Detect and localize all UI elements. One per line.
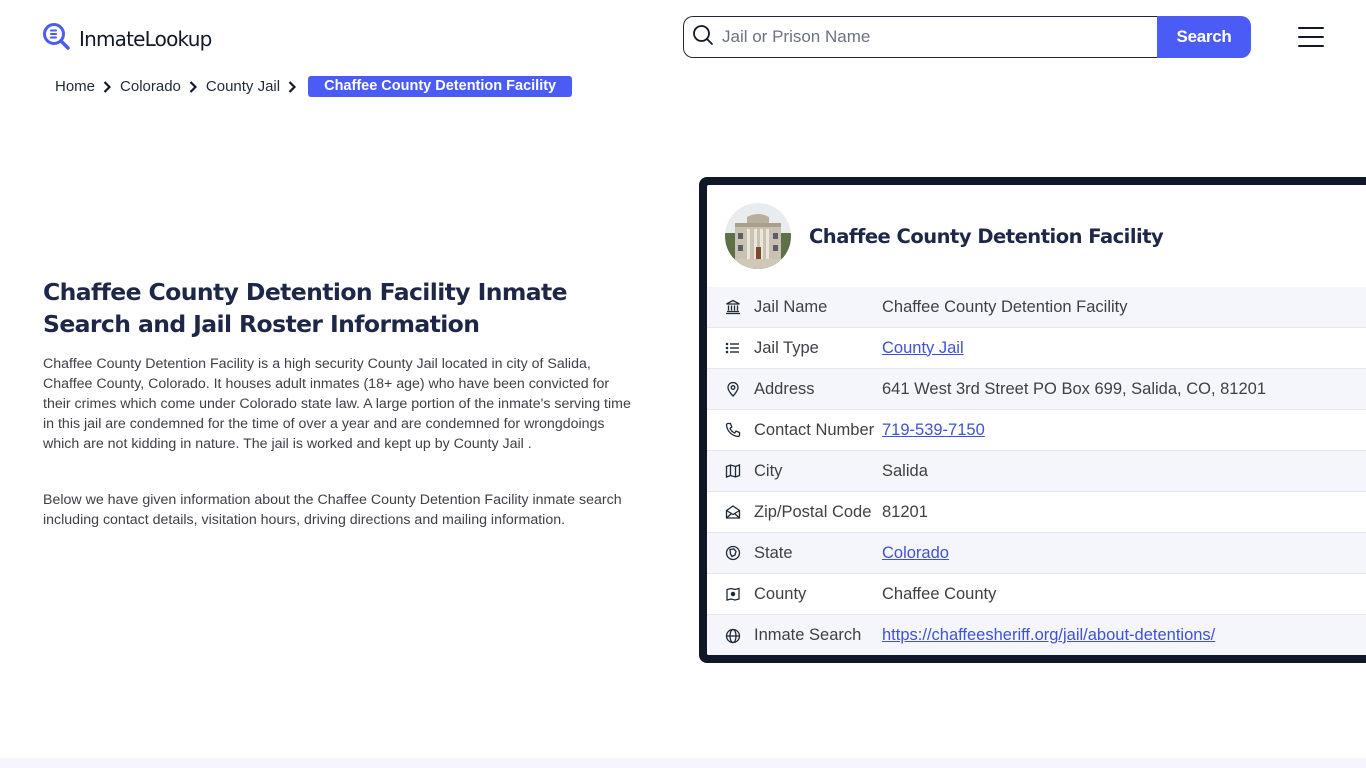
chevron-right-icon (103, 80, 112, 93)
detail-label: Jail Type (754, 338, 819, 357)
detail-value-address: 641 West 3rd Street PO Box 699, Salida, … (882, 379, 1266, 398)
search-input[interactable] (722, 27, 1142, 47)
globe-icon (724, 627, 742, 645)
detail-row-state: State Colorado (707, 533, 1366, 574)
chevron-right-icon (288, 80, 297, 93)
detail-row-inmate-search: Inmate Search https://chaffeesheriff.org… (707, 615, 1366, 655)
detail-value-state: Colorado (882, 544, 949, 563)
state-map-icon (724, 544, 742, 562)
detail-row-zip: Zip/Postal Code 81201 (707, 492, 1366, 533)
site-logo[interactable]: InmateLookup (42, 22, 212, 55)
detail-value-jail-type: County Jail (882, 339, 964, 358)
search-icon (691, 23, 715, 52)
facility-card-body: Chaffee County Detention Facility Jail N… (707, 185, 1366, 655)
facility-details-table: Jail Name Chaffee County Detention Facil… (707, 287, 1366, 655)
menu-line (1298, 36, 1324, 38)
facility-card-title: Chaffee County Detention Facility (809, 224, 1164, 248)
breadcrumb-colorado[interactable]: Colorado (120, 78, 181, 95)
detail-value-contact-number: 719-539-7150 (882, 421, 985, 440)
detail-label: Contact Number (754, 420, 875, 439)
detail-row-contact-number: Contact Number 719-539-7150 (707, 410, 1366, 451)
logo-text: InmateLookup (79, 26, 212, 51)
breadcrumb-county-jail[interactable]: County Jail (206, 78, 280, 95)
detail-label: Address (754, 379, 815, 398)
detail-row-jail-type: Jail Type County Jail (707, 328, 1366, 369)
menu-line (1298, 27, 1324, 29)
footer-strip (0, 758, 1366, 768)
detail-label: Zip/Postal Code (754, 502, 872, 521)
facility-card-header: Chaffee County Detention Facility (707, 185, 1366, 287)
map-icon (724, 462, 742, 480)
phone-link[interactable]: 719-539-7150 (882, 421, 985, 439)
mail-open-icon (724, 503, 742, 521)
menu-line (1298, 45, 1324, 47)
detail-row-jail-name: Jail Name Chaffee County Detention Facil… (707, 287, 1366, 328)
list-icon (724, 339, 742, 357)
facility-card: Chaffee County Detention Facility Jail N… (699, 177, 1366, 663)
hamburger-menu-icon[interactable] (1298, 27, 1324, 47)
breadcrumb: Home Colorado County Jail Chaffee County… (55, 76, 573, 97)
detail-row-city: City Salida (707, 451, 1366, 492)
detail-row-county: County Chaffee County (707, 574, 1366, 615)
intro-paragraph: Chaffee County Detention Facility is a h… (43, 356, 631, 452)
map-pin-icon (724, 380, 742, 398)
detail-label: County (754, 584, 807, 603)
detail-label: Jail Name (754, 297, 828, 316)
info-paragraph: Below we have given information about th… (43, 492, 622, 528)
detail-value-city: Salida (882, 461, 928, 480)
detail-label: State (754, 543, 793, 562)
detail-label: Inmate Search (754, 626, 862, 644)
detail-label: City (754, 461, 783, 480)
page-title: Chaffee County Detention Facility Inmate… (43, 278, 568, 338)
detail-value-inmate-search: https://chaffeesheriff.org/jail/about-de… (882, 626, 1215, 645)
phone-icon (724, 421, 742, 439)
search-form: Search (683, 16, 1251, 58)
logo-magnifier-icon (42, 22, 72, 55)
breadcrumb-home[interactable]: Home (55, 78, 95, 95)
county-map-icon (724, 585, 742, 603)
facility-avatar (725, 203, 791, 269)
chevron-right-icon (189, 80, 197, 93)
jail-type-link[interactable]: County Jail (882, 339, 964, 357)
breadcrumb-current: Chaffee County Detention Facility (308, 76, 573, 97)
inmate-search-link[interactable]: https://chaffeesheriff.org/jail/about-de… (882, 626, 1215, 644)
state-link[interactable]: Colorado (882, 544, 949, 562)
building-columns-icon (724, 298, 742, 316)
search-field[interactable] (683, 16, 1157, 58)
detail-value-county: Chaffee County (882, 584, 997, 603)
detail-value-jail-name: Chaffee County Detention Facility (882, 297, 1128, 316)
search-button[interactable]: Search (1157, 16, 1251, 58)
detail-row-address: Address 641 West 3rd Street PO Box 699, … (707, 369, 1366, 410)
detail-value-zip: 81201 (882, 502, 928, 521)
